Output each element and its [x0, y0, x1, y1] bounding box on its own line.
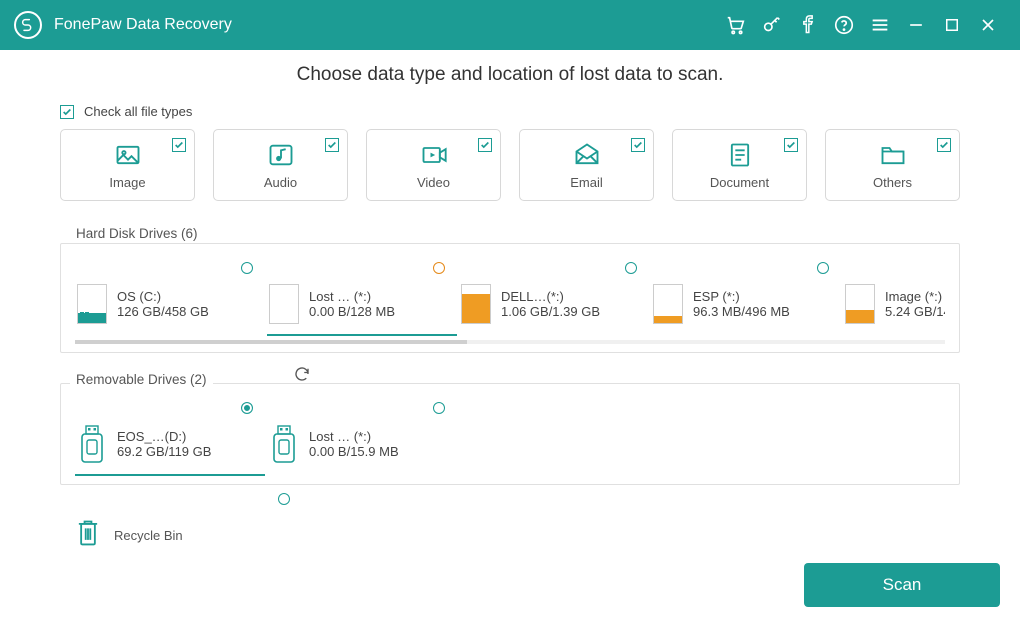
drive-name: Lost … (*:): [309, 429, 399, 444]
removable-section-title: Removable Drives (2): [70, 372, 213, 387]
checkbox-checked-icon: [631, 138, 645, 152]
audio-icon: [267, 141, 295, 169]
checkbox-checked-icon: [784, 138, 798, 152]
image-icon: [114, 141, 142, 169]
radio-icon: [278, 493, 290, 505]
drive-size: 126 GB/458 GB: [117, 304, 209, 319]
trash-icon: [74, 517, 102, 554]
radio-icon: [817, 262, 829, 274]
refresh-icon[interactable]: [293, 365, 311, 383]
recycle-bin-item[interactable]: Recycle Bin: [60, 499, 960, 554]
document-icon: [726, 141, 754, 169]
page-heading: Choose data type and location of lost da…: [60, 64, 960, 86]
type-card-video[interactable]: Video: [366, 129, 501, 201]
type-label: Email: [570, 175, 603, 190]
drive-size: 96.3 MB/496 MB: [693, 304, 790, 319]
check-all-file-types[interactable]: Check all file types: [60, 104, 960, 119]
drive-name: DELL…(*:): [501, 289, 600, 304]
drive-item[interactable]: Image (*:) 5.24 GB/14.9 GB: [843, 262, 945, 336]
type-label: Image: [109, 175, 145, 190]
menu-icon[interactable]: [862, 7, 898, 43]
radio-icon: [241, 262, 253, 274]
disk-icon: [461, 284, 491, 324]
hdd-section-title: Hard Disk Drives (6): [70, 226, 204, 241]
main-content: Choose data type and location of lost da…: [0, 50, 1020, 554]
file-type-row: Image Audio Video Email Document Others: [60, 129, 960, 201]
drive-size: 0.00 B/128 MB: [309, 304, 395, 319]
drive-name: ESP (*:): [693, 289, 790, 304]
type-card-others[interactable]: Others: [825, 129, 960, 201]
email-icon: [573, 141, 601, 169]
drive-item[interactable]: Lost … (*:) 0.00 B/15.9 MB: [267, 402, 457, 476]
hdd-row: OS (C:) 126 GB/458 GB Lost … (*:) 0.00 B…: [75, 262, 945, 336]
drive-name: Image (*:): [885, 289, 945, 304]
checkbox-checked-icon: [478, 138, 492, 152]
key-icon[interactable]: [754, 7, 790, 43]
radio-selected-icon: [241, 402, 253, 414]
drive-item[interactable]: DELL…(*:) 1.06 GB/1.39 GB: [459, 262, 649, 336]
drive-size: 69.2 GB/119 GB: [117, 444, 211, 459]
hdd-scrollbar[interactable]: [75, 340, 945, 344]
type-label: Video: [417, 175, 450, 190]
checkbox-checked-icon: [325, 138, 339, 152]
type-card-audio[interactable]: Audio: [213, 129, 348, 201]
removable-row: EOS_…(D:) 69.2 GB/119 GB Lost … (*:) 0.0…: [75, 402, 945, 476]
radio-icon: [433, 262, 445, 274]
drive-size: 5.24 GB/14.9 GB: [885, 304, 945, 319]
usb-icon: [269, 424, 299, 464]
checkbox-checked-icon: [60, 105, 74, 119]
disk-icon: [653, 284, 683, 324]
scan-button-label: Scan: [883, 575, 922, 595]
close-button[interactable]: [970, 7, 1006, 43]
title-bar: FonePaw Data Recovery: [0, 0, 1020, 50]
drive-name: OS (C:): [117, 289, 209, 304]
radio-icon: [433, 402, 445, 414]
drive-item[interactable]: Lost … (*:) 0.00 B/128 MB: [267, 262, 457, 336]
drive-item[interactable]: OS (C:) 126 GB/458 GB: [75, 262, 265, 336]
drive-item[interactable]: ESP (*:) 96.3 MB/496 MB: [651, 262, 841, 336]
drive-size: 1.06 GB/1.39 GB: [501, 304, 600, 319]
hdd-section: OS (C:) 126 GB/458 GB Lost … (*:) 0.00 B…: [60, 243, 960, 353]
usb-icon: [77, 424, 107, 464]
folder-icon: [879, 141, 907, 169]
type-label: Document: [710, 175, 769, 190]
drive-name: Lost … (*:): [309, 289, 395, 304]
checkbox-checked-icon: [937, 138, 951, 152]
type-card-email[interactable]: Email: [519, 129, 654, 201]
maximize-button[interactable]: [934, 7, 970, 43]
video-icon: [420, 141, 448, 169]
drive-name: EOS_…(D:): [117, 429, 211, 444]
check-all-label: Check all file types: [84, 104, 192, 119]
disk-icon: [845, 284, 875, 324]
drive-item[interactable]: EOS_…(D:) 69.2 GB/119 GB: [75, 402, 265, 476]
facebook-icon[interactable]: [790, 7, 826, 43]
disk-icon: [269, 284, 299, 324]
app-logo-icon: [14, 11, 42, 39]
scan-button[interactable]: Scan: [804, 563, 1000, 607]
type-label: Audio: [264, 175, 297, 190]
help-icon[interactable]: [826, 7, 862, 43]
cart-icon[interactable]: [718, 7, 754, 43]
drive-size: 0.00 B/15.9 MB: [309, 444, 399, 459]
type-card-image[interactable]: Image: [60, 129, 195, 201]
windows-icon: [80, 312, 90, 322]
radio-icon: [625, 262, 637, 274]
type-label: Others: [873, 175, 912, 190]
minimize-button[interactable]: [898, 7, 934, 43]
checkbox-checked-icon: [172, 138, 186, 152]
type-card-document[interactable]: Document: [672, 129, 807, 201]
app-title: FonePaw Data Recovery: [54, 16, 232, 34]
removable-section: EOS_…(D:) 69.2 GB/119 GB Lost … (*:) 0.0…: [60, 383, 960, 485]
disk-icon: [77, 284, 107, 324]
recycle-bin-label: Recycle Bin: [114, 528, 183, 543]
